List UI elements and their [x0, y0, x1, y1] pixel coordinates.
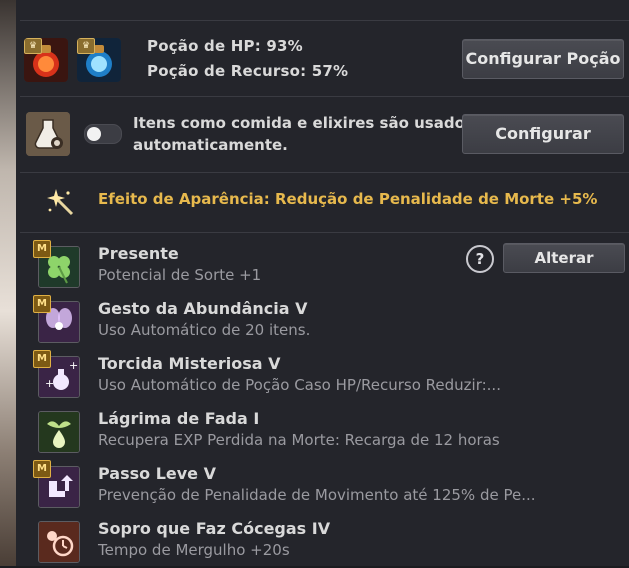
skill-name: Presente: [98, 244, 179, 263]
breath-clock-icon: [38, 521, 80, 563]
m-badge: M: [33, 350, 51, 368]
skill-desc: Prevenção de Penalidade de Movimento até…: [98, 486, 536, 504]
toggle-knob: [87, 127, 101, 141]
resource-potion-slot[interactable]: ♛: [77, 38, 121, 82]
divider: [20, 96, 629, 97]
auto-use-line1: Itens como comida e elixires são usados: [133, 114, 474, 132]
list-item[interactable]: Lágrima de Fada I Recupera EXP Perdida n…: [16, 403, 629, 458]
skill-desc: Tempo de Mergulho +20s: [98, 541, 290, 559]
divider: [20, 232, 629, 233]
m-badge: M: [33, 295, 51, 313]
auto-use-description: Itens como comida e elixires são usados …: [133, 112, 474, 156]
configure-potion-button[interactable]: Configurar Poção: [462, 39, 624, 79]
list-item[interactable]: M Passo Leve V Prevenção de Penalidade d…: [16, 458, 629, 513]
auto-use-toggle[interactable]: [84, 124, 122, 144]
skill-name: Torcida Misteriosa V: [98, 354, 281, 373]
divider: [20, 20, 629, 21]
m-badge: M: [33, 240, 51, 258]
crown-icon: ♛: [24, 38, 42, 54]
sparkle-wand-icon: [47, 189, 74, 216]
list-item[interactable]: Sopro que Faz Cócegas IV Tempo de Mergul…: [16, 513, 629, 568]
m-badge: M: [33, 460, 51, 478]
list-item[interactable]: M Presente Potencial de Sorte +1: [16, 238, 629, 293]
flask-gear-icon: [26, 112, 70, 156]
crown-icon: ♛: [77, 38, 95, 54]
list-item[interactable]: M + + Torcida Misteriosa V Uso Automátic…: [16, 348, 629, 403]
skill-name: Passo Leve V: [98, 464, 216, 483]
angel-tear-icon: [38, 411, 80, 453]
auto-use-line2: automaticamente.: [133, 136, 288, 154]
svg-text:+: +: [45, 377, 54, 390]
auto-use-slot: [26, 112, 70, 156]
skill-desc: Recupera EXP Perdida na Morte: Recarga d…: [98, 431, 500, 449]
appearance-effect-text: Efeito de Aparência: Redução de Penalida…: [98, 190, 598, 208]
list-item[interactable]: M Gesto da Abundância V Uso Automático d…: [16, 293, 629, 348]
divider: [20, 172, 629, 173]
settings-panel: ♛ ♛ Poção de HP: 93% Poção de Recurso: 5…: [16, 0, 629, 566]
skill-name: Sopro que Faz Cócegas IV: [98, 519, 331, 538]
skill-desc: Uso Automático de Poção Caso HP/Recurso …: [98, 376, 501, 394]
hp-potion-label: Poção de HP: 93%: [147, 37, 303, 55]
skill-name: Gesto da Abundância V: [98, 299, 308, 318]
resource-potion-label: Poção de Recurso: 57%: [147, 62, 349, 80]
background-character-edge: [0, 0, 16, 566]
skill-desc: Potencial de Sorte +1: [98, 266, 262, 284]
hp-potion-slot[interactable]: ♛: [24, 38, 68, 82]
skill-name: Lágrima de Fada I: [98, 409, 260, 428]
configure-button[interactable]: Configurar: [462, 114, 624, 154]
svg-text:+: +: [69, 359, 78, 372]
skill-desc: Uso Automático de 20 itens.: [98, 321, 311, 339]
